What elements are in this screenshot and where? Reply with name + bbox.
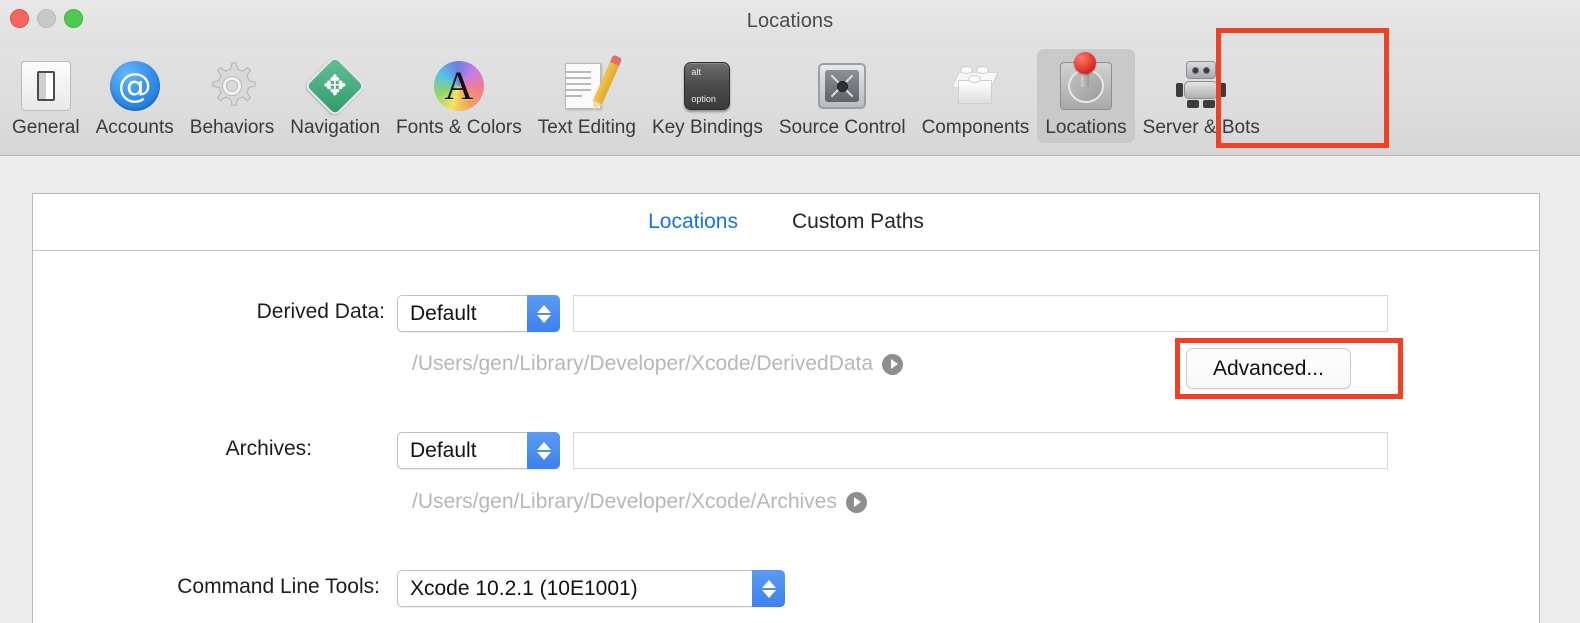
- toolbar-item-label: Text Editing: [537, 117, 636, 138]
- light-switch-icon: [18, 57, 74, 115]
- toolbar-item-label: Fonts & Colors: [396, 117, 522, 138]
- command-line-tools-popup-button[interactable]: Xcode 10.2.1 (10E1001): [397, 570, 785, 607]
- toolbar-item-key-bindings[interactable]: alt option Key Bindings: [644, 49, 771, 143]
- reveal-arrow-icon[interactable]: [845, 491, 867, 513]
- derived-data-path-input[interactable]: [573, 295, 1388, 332]
- keycap-bottom-label: option: [691, 94, 716, 104]
- colored-letter-a-icon: A: [431, 57, 487, 115]
- brick-icon: [947, 57, 1003, 115]
- archives-path-text: /Users/gen/Library/Developer/Xcode/Archi…: [412, 490, 837, 513]
- derived-data-popup-button[interactable]: Default: [397, 295, 560, 332]
- toolbar-item-behaviors[interactable]: Behaviors: [182, 49, 283, 143]
- stepper-arrows-icon[interactable]: [527, 295, 560, 332]
- safe-vault-icon: [814, 57, 870, 115]
- toolbar-item-label: Key Bindings: [651, 117, 763, 138]
- hard-drive-pin-icon: [1058, 52, 1114, 115]
- archives-popup-value: Default: [410, 438, 477, 462]
- derived-data-path-display: /Users/gen/Library/Developer/Xcode/Deriv…: [412, 352, 904, 376]
- toolbar-item-label: Behaviors: [189, 117, 275, 138]
- toolbar-item-fonts-and-colors[interactable]: A Fonts & Colors: [388, 49, 530, 143]
- stepper-arrows-icon[interactable]: [527, 432, 560, 469]
- toolbar-item-locations[interactable]: Locations: [1037, 49, 1135, 143]
- toolbar-item-label: Source Control: [778, 117, 906, 138]
- toolbar-item-label: Components: [921, 117, 1030, 138]
- document-pencil-icon: [559, 57, 620, 115]
- archives-popup-button[interactable]: Default: [397, 432, 560, 469]
- preferences-toolbar: General @ Accounts Behaviors ✥ Navigatio…: [0, 45, 1580, 156]
- at-sign-icon: @: [107, 57, 163, 115]
- derived-data-label: Derived Data:: [256, 300, 385, 323]
- tab-locations[interactable]: Locations: [648, 210, 738, 234]
- toolbar-item-label: Navigation: [290, 117, 381, 138]
- toolbar-item-general[interactable]: General: [4, 49, 88, 143]
- toolbar-item-navigation[interactable]: ✥ Navigation: [282, 49, 388, 143]
- derived-data-popup-value: Default: [410, 301, 477, 325]
- advanced-button[interactable]: Advanced...: [1186, 348, 1351, 389]
- keyboard-key-icon: alt option: [679, 57, 735, 115]
- command-line-tools-popup-value: Xcode 10.2.1 (10E1001): [410, 576, 638, 600]
- keycap-top-label: alt: [691, 67, 701, 77]
- toolbar-item-label: General: [12, 117, 80, 138]
- derived-data-path-text: /Users/gen/Library/Developer/Xcode/Deriv…: [412, 352, 874, 375]
- toolbar-item-label: Locations: [1045, 117, 1127, 138]
- toolbar-item-text-editing[interactable]: Text Editing: [530, 49, 644, 143]
- tab-custom-paths[interactable]: Custom Paths: [792, 210, 924, 234]
- robot-icon: [1173, 57, 1229, 115]
- window-titlebar: Locations: [0, 0, 1580, 45]
- window-title: Locations: [746, 10, 834, 32]
- archives-path-input[interactable]: [573, 432, 1388, 469]
- gear-icon: [204, 57, 260, 115]
- four-way-arrow-icon: ✥: [304, 54, 367, 118]
- toolbar-item-components[interactable]: Components: [914, 49, 1038, 143]
- toolbar-item-source-control[interactable]: Source Control: [771, 49, 914, 143]
- archives-label: Archives:: [225, 437, 312, 460]
- toolbar-item-accounts[interactable]: @ Accounts: [88, 49, 182, 143]
- stepper-arrows-icon[interactable]: [752, 570, 785, 607]
- reveal-arrow-icon[interactable]: [882, 353, 904, 375]
- toolbar-item-server-and-bots[interactable]: Server & Bots: [1135, 49, 1268, 143]
- locations-preferences-panel: Locations Custom Paths: [32, 193, 1540, 623]
- archives-path-display: /Users/gen/Library/Developer/Xcode/Archi…: [412, 490, 867, 514]
- toolbar-item-label: Accounts: [95, 117, 174, 138]
- tabstrip: Locations Custom Paths: [33, 194, 1539, 251]
- toolbar-item-label: Server & Bots: [1142, 117, 1260, 138]
- command-line-tools-label: Command Line Tools:: [177, 575, 380, 598]
